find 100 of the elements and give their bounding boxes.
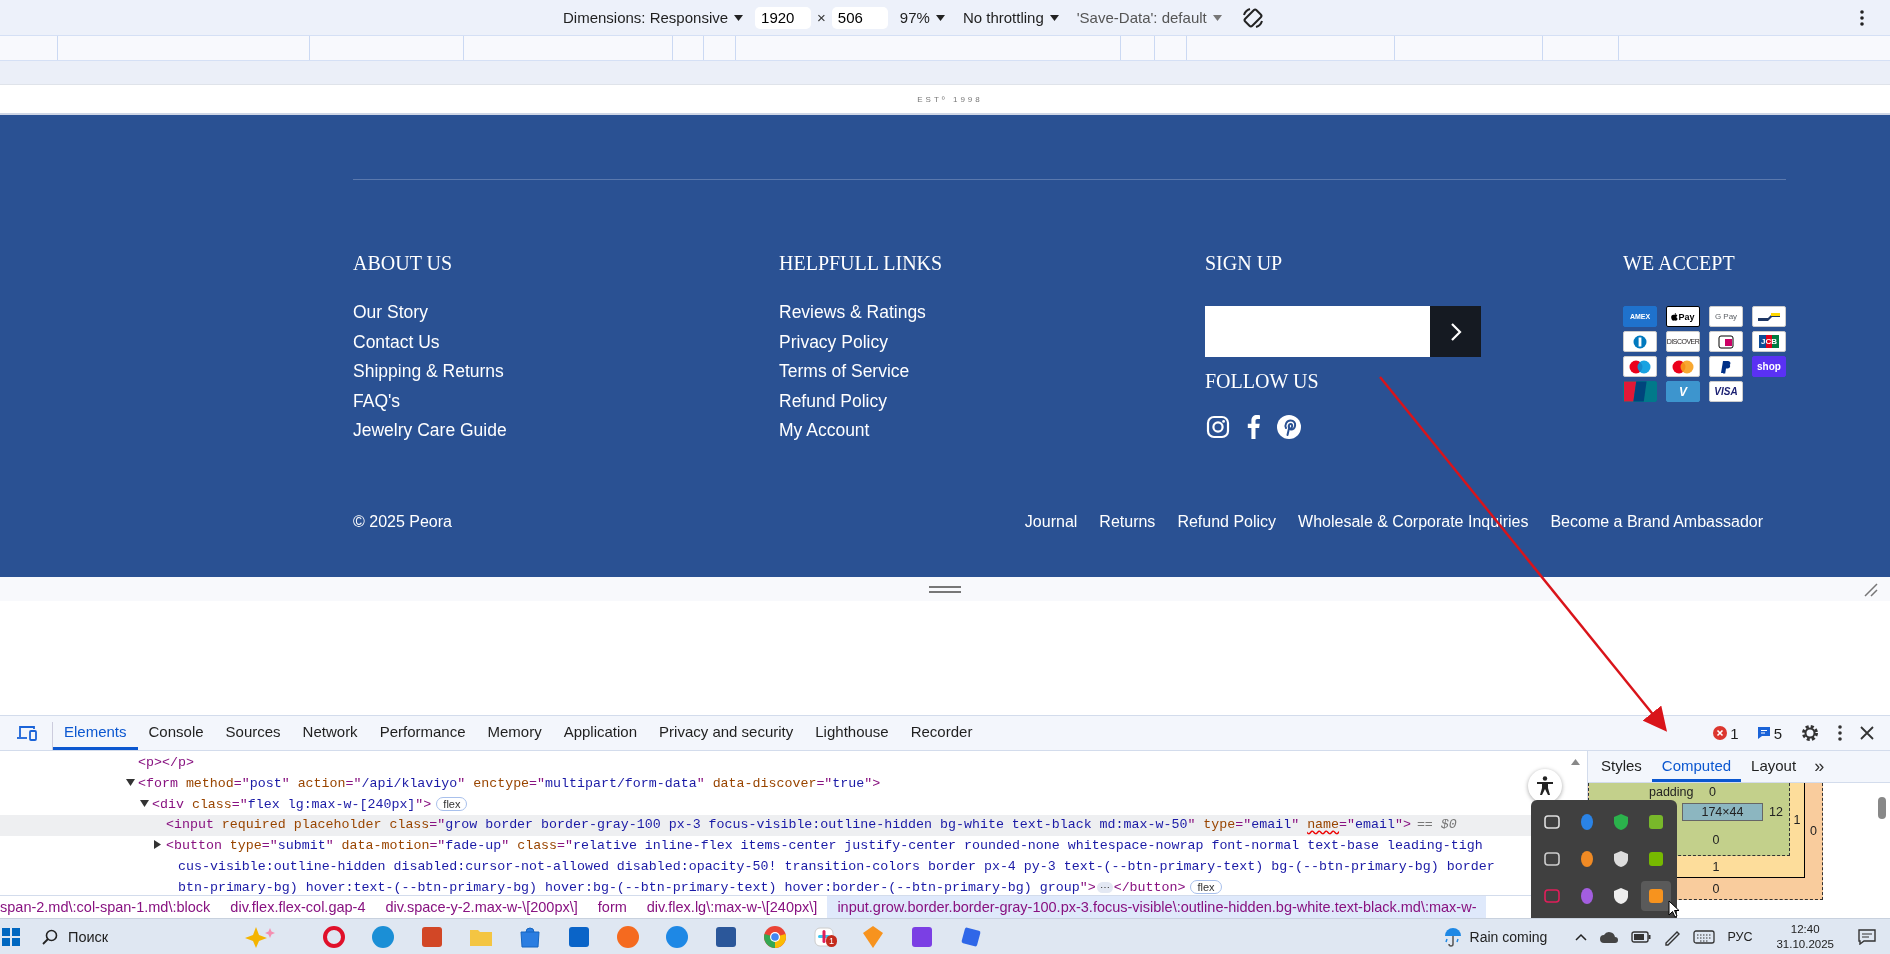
breadcrumb[interactable]: span-2.md\:col-span-1.md\:block (0, 896, 221, 918)
app-icon[interactable] (1646, 886, 1665, 905)
dom-node[interactable]: <form method="post" action="/api/klaviyo" enctype="multipart/form-data" data-discover="true"> (0, 773, 1587, 795)
notifications-icon[interactable] (1858, 928, 1876, 945)
footer-link[interactable]: Terms of Service (779, 357, 910, 387)
column-heading: WE ACCEPT (1623, 252, 1735, 275)
panel-tab[interactable]: Styles (1591, 751, 1652, 782)
settings-icon[interactable] (1800, 723, 1820, 743)
box-label: padding (1649, 785, 1695, 799)
save-data-dropdown[interactable]: 'Save-Data': default (1070, 7, 1228, 28)
resize-handle-icon[interactable] (929, 585, 961, 593)
collapsed-content-badge[interactable]: ⋯ (1096, 881, 1113, 893)
flex-badge[interactable]: flex (436, 796, 468, 811)
height-field[interactable]: 506 (831, 6, 888, 29)
language-indicator[interactable]: РУС (1727, 929, 1753, 944)
card-label: V (1679, 384, 1687, 399)
footer-link[interactable]: Our Story (353, 298, 428, 328)
store-icon[interactable] (517, 924, 542, 949)
times-sign: × (817, 9, 826, 26)
caret-icon (1049, 14, 1059, 21)
footer-link[interactable]: Journal (1024, 512, 1078, 531)
devtools-tab[interactable]: Console (137, 716, 215, 750)
footer-link[interactable]: Reviews & Ratings (779, 298, 926, 328)
payment-card-logo (1623, 356, 1657, 377)
more-options-icon[interactable] (1838, 725, 1842, 741)
breadcrumb[interactable]: form (587, 896, 637, 918)
more-options-icon[interactable] (1860, 10, 1864, 26)
message-icon (1756, 726, 1771, 740)
footer-link[interactable]: Privacy Policy (779, 327, 888, 357)
footer-link[interactable]: FAQ's (353, 386, 401, 416)
mouse-cursor-icon (1668, 900, 1680, 918)
device-mode-icon[interactable] (16, 725, 38, 741)
clock[interactable]: 12:40 31.10.2025 (1776, 921, 1834, 952)
chevron-up-icon[interactable] (1575, 932, 1588, 941)
footer-link[interactable]: Refund Policy (1177, 512, 1277, 531)
error-icon (1713, 726, 1728, 740)
cloud-icon[interactable] (1599, 929, 1620, 944)
chevron-right-icon (1449, 321, 1462, 342)
box-value: 0 (1711, 832, 1721, 849)
instagram-icon[interactable] (1206, 415, 1230, 439)
devtools-tab[interactable]: Performance (368, 716, 477, 750)
error-count[interactable]: 1 (1713, 724, 1739, 742)
throttling-dropdown[interactable]: No throttling (956, 7, 1065, 28)
footer-link[interactable]: Contact Us (353, 327, 440, 357)
devtools-tab[interactable]: Memory (476, 716, 553, 750)
devtools-tab[interactable]: Privacy and security (648, 716, 805, 750)
box-value: 1 (1711, 859, 1721, 876)
breadcrumb[interactable]: input.grow.border.border-gray-100.px-3.focus-visible\:outline-hidden.bg-white.text-black.md\:max-w- (827, 896, 1487, 918)
box-value: 0 (1709, 784, 1716, 801)
box-value: 0 (1711, 881, 1721, 898)
message-count[interactable]: 5 (1756, 724, 1782, 742)
payment-card-logo (1752, 306, 1786, 327)
breadcrumb[interactable]: div.space-y-2.max-w-\[200px\] (375, 896, 588, 918)
scrollbar[interactable] (1878, 797, 1886, 819)
footer-link[interactable]: Shipping & Returns (353, 357, 504, 387)
footer-link[interactable]: Become a Brand Ambassador (1550, 512, 1763, 531)
devtools-tab[interactable]: Recorder (899, 716, 984, 750)
devtools-tab[interactable]: Sources (214, 716, 292, 750)
pinterest-icon[interactable] (1277, 415, 1301, 439)
facebook-icon[interactable] (1247, 415, 1260, 439)
width-field[interactable]: 1920 (755, 6, 812, 29)
devtools-tab[interactable]: Application (552, 716, 649, 750)
caret-icon (935, 14, 945, 21)
collapse-arrow-icon[interactable] (126, 779, 135, 787)
search-field[interactable]: Поиск (34, 922, 284, 951)
notification-badge: 1 (826, 934, 837, 947)
content-box: 174×44 (1682, 803, 1763, 821)
dom-node[interactable]: <button type="submit" data-motion="fade-up" class="relative inline-flex items-center justify-center rounded-none whitespace-nowrap font-normal text-base leading-tigh cus-visible:outline-hidden disabled:cursor-not-allowed disabled:opacity-50! transition-colors border px-4 py-3 text-(--btn-primary-text) bg-(--btn-primary-bg) border btn-primary-bg) hover:text-(--btn-primary-bg) hover:bg-(--btn-primary-text) hover:border-(--btn-primary-bg) group"> ⋯ </button> flex (0, 836, 1587, 896)
payment-card-logo (1709, 331, 1743, 352)
resize-corner-icon[interactable] (1864, 583, 1878, 597)
dimensions-dropdown[interactable]: Dimensions: Responsive (557, 7, 750, 28)
copyright-text: © 2025 Peora (353, 512, 452, 531)
keyboard-icon[interactable] (1693, 929, 1716, 944)
weather-text[interactable]: Rain coming (1469, 928, 1548, 945)
breadcrumb[interactable]: div.flex.flex-col.gap-4 (220, 896, 376, 918)
rotate-icon[interactable] (1241, 6, 1264, 29)
windows-icon[interactable] (2, 927, 20, 946)
scroll-up-arrow-icon[interactable] (1571, 759, 1580, 765)
shield-icon[interactable] (1612, 813, 1631, 832)
dom-node[interactable]: <p></p> (0, 753, 1587, 774)
expand-arrow-icon[interactable] (154, 840, 161, 850)
battery-icon[interactable] (1631, 930, 1652, 943)
panel-tab[interactable]: Layout (1741, 751, 1807, 782)
zoom-dropdown[interactable]: 97% (893, 7, 951, 28)
card-label: VISA (1714, 386, 1738, 397)
devtools-tab[interactable]: Lighthouse (804, 716, 900, 750)
footer-link[interactable]: Refund Policy (779, 386, 887, 416)
more-tabs-button[interactable]: » (1806, 751, 1833, 782)
payment-card-logo (1623, 381, 1657, 402)
close-icon[interactable] (1860, 726, 1874, 740)
footer-link[interactable]: Jewelry Care Guide (353, 416, 507, 446)
devtools-tab[interactable]: Network (291, 716, 369, 750)
email-field[interactable] (1205, 306, 1430, 357)
ring-icon[interactable] (321, 924, 346, 949)
flex-badge[interactable]: flex (1190, 879, 1222, 894)
collapse-arrow-icon[interactable] (140, 800, 149, 808)
footer-link[interactable]: My Account (779, 416, 870, 446)
column-heading: SIGN UP (1205, 252, 1283, 275)
breadcrumb[interactable]: div.flex.lg\:max-w-\[240px\] (636, 896, 828, 918)
footer-link[interactable]: Returns (1099, 512, 1156, 531)
